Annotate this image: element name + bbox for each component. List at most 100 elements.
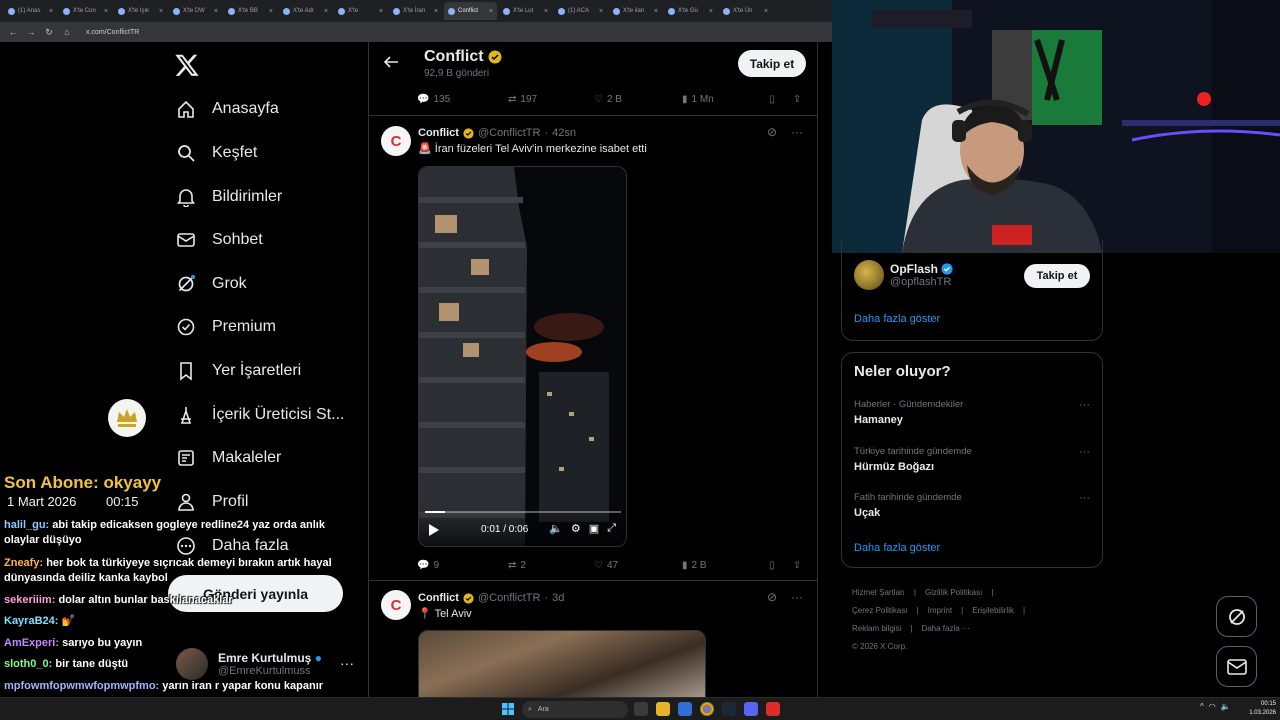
more-dots-icon[interactable]: ···	[1079, 446, 1090, 458]
speaker-icon[interactable]: 🔈	[1221, 702, 1231, 711]
forward-nav-icon[interactable]: →	[26, 27, 36, 37]
close-icon[interactable]: ×	[159, 8, 163, 15]
wifi-icon[interactable]: ◠	[1209, 702, 1216, 711]
close-icon[interactable]: ×	[544, 8, 548, 15]
task-view-icon[interactable]	[634, 702, 648, 716]
more-dots-icon[interactable]: ···	[1079, 399, 1090, 411]
close-icon[interactable]: ×	[104, 8, 108, 15]
more-dots-icon[interactable]: ···	[791, 125, 803, 139]
like-action[interactable]: ♡ 2 B	[594, 94, 622, 105]
chrome-icon[interactable]	[700, 702, 714, 716]
nav-item-5[interactable]: Premium	[176, 312, 276, 342]
close-icon[interactable]: ×	[764, 8, 768, 15]
browser-tab[interactable]: Conflict ×	[444, 2, 497, 20]
nav-item-4[interactable]: Grok	[176, 269, 247, 299]
browser-tab[interactable]: (1) Anas ×	[4, 2, 57, 20]
video-player[interactable]: 0:01 / 0:06 🔈 ⚙ ▣ ⤢	[418, 166, 627, 547]
chevron-up-icon[interactable]: ^	[1200, 702, 1204, 711]
browser-tab[interactable]: X'te Lut ×	[499, 2, 552, 20]
fullscreen-icon[interactable]: ⤢	[607, 522, 616, 535]
taskbar-clock[interactable]: 00:15 1.03.2026	[1232, 700, 1276, 718]
avatar[interactable]: C	[381, 590, 411, 620]
timestamp[interactable]: 3d	[552, 592, 564, 604]
trend-item[interactable]: Türkiye tarihinde gündemde Hürmüz Boğazı ·…	[854, 446, 1094, 473]
settings-gear-icon[interactable]: ⚙	[571, 522, 581, 535]
volume-icon[interactable]: 🔈	[549, 522, 563, 535]
windows-start-icon[interactable]	[502, 703, 514, 715]
footer-link[interactable]: © 2026 X Corp.	[852, 642, 907, 651]
repost-action[interactable]: ⇄ 197	[508, 94, 537, 105]
store-icon[interactable]	[678, 702, 692, 716]
browser-tab[interactable]: X'te İran ×	[389, 2, 442, 20]
nav-item-1[interactable]: Keşfet	[176, 138, 257, 168]
avatar[interactable]: C	[381, 126, 411, 156]
discord-icon[interactable]	[744, 702, 758, 716]
browser-tab[interactable]: X'te Gü ×	[664, 2, 717, 20]
repost-action[interactable]: ⇄ 2	[508, 560, 526, 571]
nav-item-3[interactable]: Sohbet	[176, 225, 263, 255]
footer-link[interactable]: Gizlilik Politikası	[925, 588, 982, 597]
close-icon[interactable]: ×	[709, 8, 713, 15]
close-icon[interactable]: ×	[434, 8, 438, 15]
video-progress-bar[interactable]	[425, 511, 621, 513]
footer-link[interactable]: Hizmet Şartları	[852, 588, 905, 597]
share-icon[interactable]: ⇪	[793, 94, 801, 105]
share-icon[interactable]: ⇪	[793, 560, 801, 571]
footer-link[interactable]: Çerez Politikası	[852, 606, 908, 615]
timestamp[interactable]: 42sn	[552, 127, 576, 139]
follow-button[interactable]: Takip et	[1024, 264, 1090, 288]
author-name[interactable]: Conflict	[418, 127, 459, 139]
reply-action[interactable]: 💬 135	[417, 94, 450, 105]
file-explorer-icon[interactable]	[656, 702, 670, 716]
close-icon[interactable]: ×	[49, 8, 53, 15]
like-action[interactable]: ♡ 47	[594, 560, 618, 571]
views-action[interactable]: ▮ 2 B	[682, 560, 707, 571]
author-name[interactable]: Conflict	[418, 592, 459, 604]
close-icon[interactable]: ×	[599, 8, 603, 15]
show-more-link[interactable]: Daha fazla göster	[854, 542, 940, 554]
more-dots-icon[interactable]: ···	[791, 590, 803, 604]
footer-link[interactable]: Imprint	[928, 606, 952, 615]
home-browser-icon[interactable]: ⌂	[62, 27, 72, 37]
browser-tab[interactable]: X'te DW ×	[169, 2, 222, 20]
close-icon[interactable]: ×	[654, 8, 658, 15]
browser-tab[interactable]: (1) ACA ×	[554, 2, 607, 20]
x-logo-icon[interactable]	[174, 52, 200, 78]
footer-link[interactable]: Erişilebilirlik	[972, 606, 1014, 615]
close-icon[interactable]: ×	[489, 8, 493, 15]
bookmark-icon[interactable]: ▯	[769, 560, 775, 571]
footer-link[interactable]: Daha fazla ···	[921, 624, 969, 633]
reply-action[interactable]: 💬 9	[417, 560, 439, 571]
url-text[interactable]: x.com/ConflictTR	[86, 29, 139, 36]
bookmark-icon[interactable]: ▯	[769, 94, 775, 105]
play-icon[interactable]	[428, 523, 440, 537]
taskbar-search[interactable]: ⌕ Ara	[522, 701, 628, 718]
browser-tab[interactable]: X'te Con ×	[59, 2, 112, 20]
trend-item[interactable]: Haberler · Gündemdekiler Hamaney ···	[854, 399, 1094, 426]
nav-item-6[interactable]: Yer İşaretleri	[176, 356, 301, 386]
back-arrow-icon[interactable]	[383, 54, 399, 70]
more-dots-icon[interactable]: ···	[1079, 492, 1090, 504]
browser-tab[interactable]: X'te ×	[334, 2, 387, 20]
nav-item-2[interactable]: Bildirimler	[176, 182, 282, 212]
grok-fab[interactable]	[1216, 596, 1257, 637]
steam-icon[interactable]	[722, 702, 736, 716]
nav-item-9[interactable]: Profil	[176, 487, 248, 517]
grok-icon[interactable]: ⊘	[767, 590, 777, 604]
reload-icon[interactable]: ↻	[44, 27, 54, 38]
messages-fab[interactable]	[1216, 646, 1257, 687]
browser-tab[interactable]: X'te BB ×	[224, 2, 277, 20]
nav-item-7[interactable]: İçerik Üreticisi St...	[176, 400, 344, 430]
pip-icon[interactable]: ▣	[589, 522, 599, 535]
browser-tab[interactable]: X'te Adr ×	[279, 2, 332, 20]
show-more-link[interactable]: Daha fazla göster	[854, 313, 940, 325]
trend-item[interactable]: Fatih tarihinde gündemde Uçak ···	[854, 492, 1094, 519]
close-icon[interactable]: ×	[324, 8, 328, 15]
back-nav-icon[interactable]: ←	[8, 27, 18, 37]
footer-link[interactable]: Reklam bilgisi	[852, 624, 901, 633]
browser-tab[interactable]: X'te Işık ×	[114, 2, 167, 20]
close-icon[interactable]: ×	[269, 8, 273, 15]
grok-icon[interactable]: ⊘	[767, 125, 777, 139]
views-action[interactable]: ▮ 1 Mn	[682, 94, 714, 105]
app-icon[interactable]	[766, 702, 780, 716]
